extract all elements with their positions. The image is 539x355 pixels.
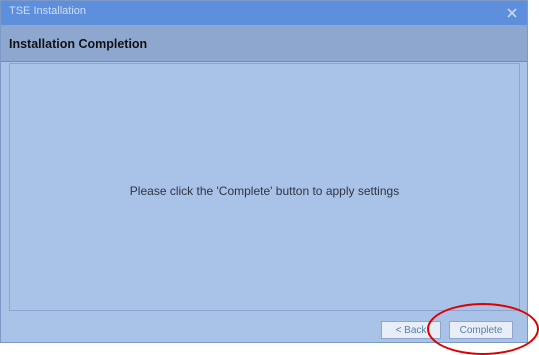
- window-title: TSE Installation: [9, 5, 87, 17]
- instruction-message: Please click the 'Complete' button to ap…: [129, 184, 400, 198]
- installer-window: TSE Installation Installation Completion…: [0, 0, 528, 343]
- complete-button[interactable]: Complete: [449, 321, 513, 339]
- close-icon: [507, 8, 517, 18]
- section-header: Installation Completion: [1, 25, 527, 62]
- close-button[interactable]: [503, 4, 521, 22]
- section-title: Installation Completion: [9, 37, 148, 51]
- content-panel: Please click the 'Complete' button to ap…: [9, 63, 520, 311]
- back-button[interactable]: < Back: [381, 321, 441, 339]
- title-bar[interactable]: TSE Installation: [1, 1, 527, 25]
